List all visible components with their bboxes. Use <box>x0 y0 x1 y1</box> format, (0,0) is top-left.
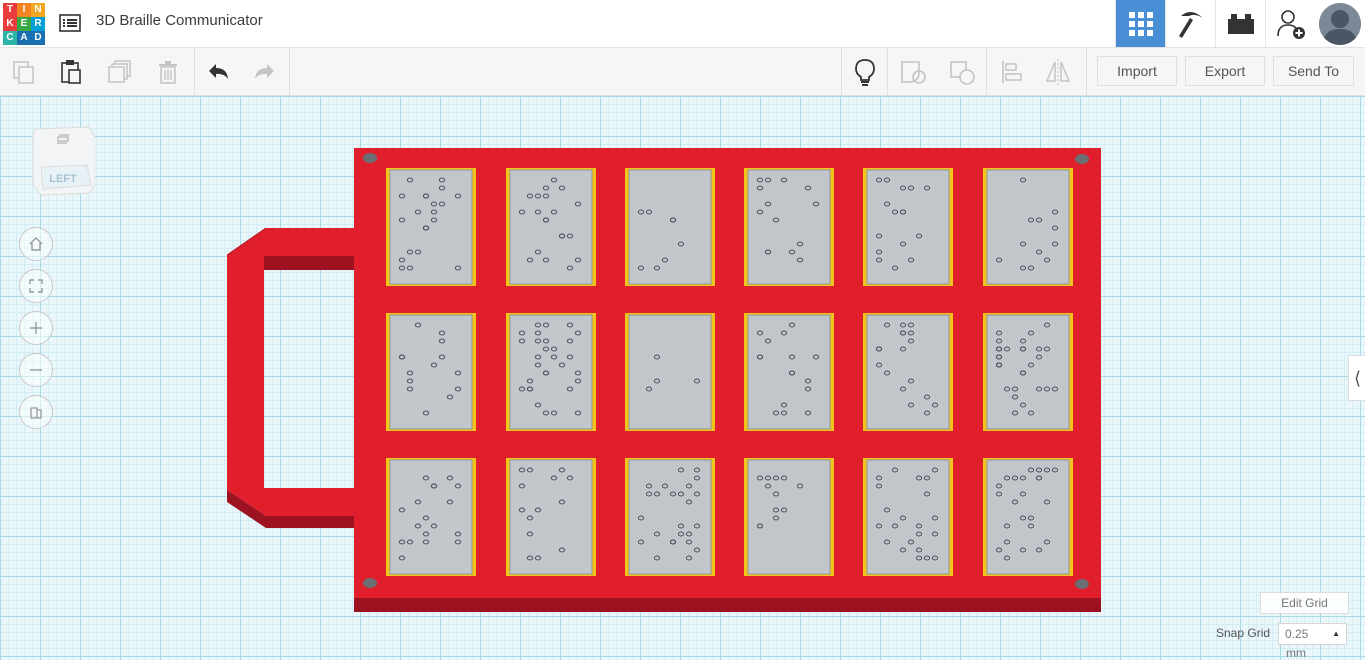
import-button[interactable]: Import <box>1097 56 1177 86</box>
tinkercad-logo[interactable]: TINKERCAD <box>3 3 45 45</box>
fit-view-icon <box>29 279 43 293</box>
ungroup-button[interactable] <box>947 57 977 87</box>
grid-view-icon <box>1128 11 1153 36</box>
mirror-icon <box>1045 59 1071 85</box>
pickaxe-icon <box>1178 11 1203 38</box>
panel-collapse-button[interactable]: ⟨ <box>1348 355 1365 401</box>
logo-letter: I <box>17 3 31 17</box>
paste-icon <box>61 60 81 84</box>
minus-icon <box>30 369 42 371</box>
toolbar-divider <box>841 48 842 95</box>
zoom-in-button[interactable] <box>19 311 53 345</box>
ortho-view-button[interactable] <box>19 395 53 429</box>
blocks-button[interactable] <box>1165 0 1215 47</box>
delete-button[interactable] <box>153 57 183 87</box>
trash-icon <box>159 61 177 84</box>
copy-icon <box>13 61 34 84</box>
user-avatar[interactable] <box>1315 0 1365 47</box>
logo-letter: K <box>3 17 17 31</box>
logo-letter: N <box>31 3 45 17</box>
toolbar-divider <box>194 48 195 95</box>
redo-button[interactable] <box>250 57 280 87</box>
chevron-left-icon: ⟨ <box>1353 367 1362 389</box>
align-button[interactable] <box>996 57 1026 87</box>
snap-grid-label: Snap Grid <box>1216 626 1271 640</box>
toolbar-divider <box>887 48 888 95</box>
design-title[interactable]: 3D Braille Communicator <box>96 12 263 29</box>
paste-button[interactable] <box>56 57 86 87</box>
view-cube-face-label: LEFT <box>49 173 77 185</box>
snap-grid-unit: mm <box>1286 646 1306 660</box>
snap-grid-value: 0.25 <box>1285 627 1309 641</box>
notes-button[interactable] <box>850 57 880 87</box>
grid-view-button[interactable] <box>1115 0 1165 47</box>
ungroup-icon <box>950 61 975 85</box>
undo-icon <box>209 64 228 79</box>
perspective-cube-icon <box>30 407 42 419</box>
add-user-icon <box>1276 9 1305 39</box>
undo-button[interactable] <box>203 57 233 87</box>
zoom-out-button[interactable] <box>19 353 53 387</box>
edit-grid-button[interactable]: Edit Grid <box>1260 592 1349 614</box>
workplane-grid[interactable] <box>0 96 1365 660</box>
bricks-button[interactable] <box>1215 0 1265 47</box>
home-view-button[interactable] <box>19 227 53 261</box>
view-cube[interactable]: LEFT <box>31 123 96 197</box>
caret-up-icon: ▲ <box>1332 629 1340 638</box>
toolbar-divider <box>986 48 987 95</box>
top-bar: TINKERCAD 3D Braille Communicator <box>0 0 1365 48</box>
plus-icon <box>30 322 42 334</box>
group-icon <box>901 61 926 84</box>
logo-letter: D <box>31 31 45 45</box>
design-list-icon[interactable] <box>58 11 82 35</box>
logo-letter: C <box>3 31 17 45</box>
logo-letter: A <box>17 31 31 45</box>
top-right-controls <box>1115 0 1365 47</box>
group-button[interactable] <box>898 57 928 87</box>
fit-view-button[interactable] <box>19 269 53 303</box>
toolbar-divider <box>289 48 290 95</box>
share-button[interactable] <box>1265 0 1315 47</box>
home-icon <box>29 237 43 251</box>
export-button[interactable]: Export <box>1185 56 1265 86</box>
send-to-button[interactable]: Send To <box>1273 56 1354 86</box>
toolbar-divider <box>1086 48 1087 95</box>
redo-icon <box>255 64 274 79</box>
edit-toolbar: Import Export Send To <box>0 48 1365 96</box>
lego-brick-icon <box>1227 13 1254 34</box>
snap-grid-select[interactable]: 0.25 ▲ <box>1278 623 1347 645</box>
align-icon <box>1002 61 1022 83</box>
logo-letter: E <box>17 17 31 31</box>
logo-letter: R <box>31 17 45 31</box>
duplicate-icon <box>108 60 131 83</box>
logo-letter: T <box>3 3 17 17</box>
avatar-icon <box>1319 2 1361 45</box>
copy-button[interactable] <box>9 57 39 87</box>
lightbulb-icon <box>855 59 875 86</box>
mirror-button[interactable] <box>1043 57 1073 87</box>
duplicate-button[interactable] <box>105 57 135 87</box>
